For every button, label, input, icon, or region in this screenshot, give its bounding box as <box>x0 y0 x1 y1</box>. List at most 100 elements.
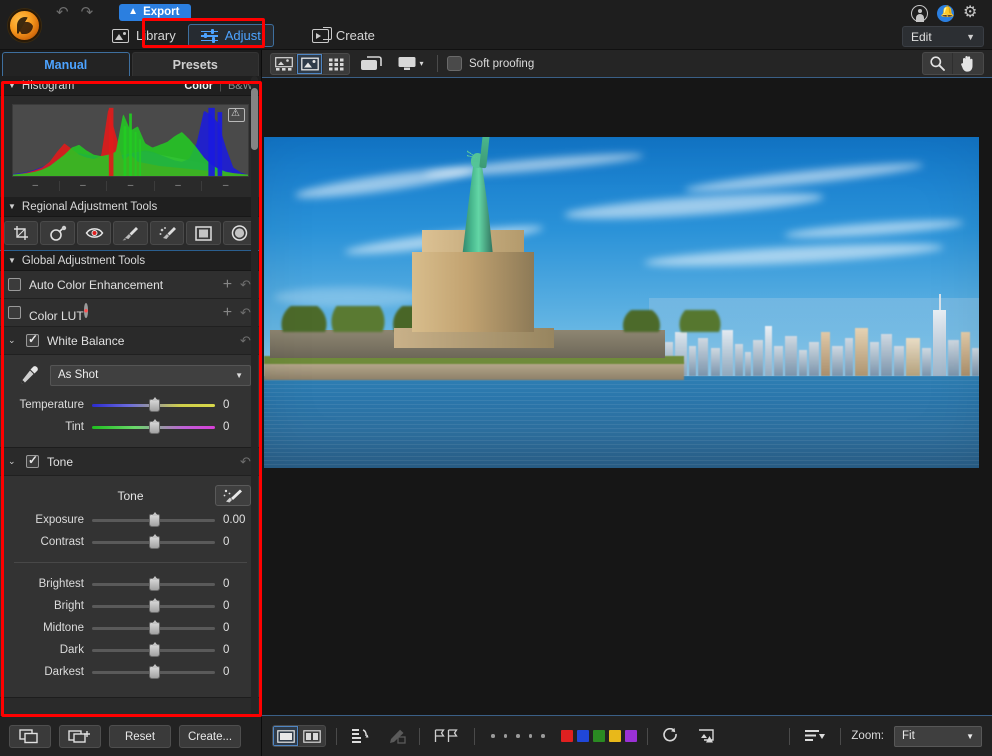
chevron-down-icon[interactable]: ▼ <box>8 81 16 90</box>
rating-dots[interactable] <box>485 734 551 738</box>
auto-color-enhancement-checkbox[interactable] <box>8 278 21 291</box>
slider-handle[interactable] <box>149 644 160 657</box>
photo-image[interactable] <box>264 137 979 468</box>
rating-dot[interactable] <box>529 734 533 738</box>
slider-brightest[interactable]: Brightest 0 <box>10 573 251 595</box>
crop-tool[interactable] <box>4 221 38 245</box>
row-auto-color-enhancement[interactable]: Auto Color Enhancement + ↷ <box>0 271 261 299</box>
export-button[interactable]: ▲ Export <box>119 4 191 21</box>
nav-item-adjust[interactable]: Adjust <box>188 24 274 47</box>
white-balance-checkbox[interactable] <box>26 334 39 347</box>
chevron-down-icon[interactable]: ▼ <box>8 256 16 265</box>
grid-view-button[interactable] <box>323 54 349 74</box>
edit-dropdown[interactable]: Edit ▼ <box>902 26 984 47</box>
soft-proofing-toggle[interactable]: Soft proofing <box>447 56 534 71</box>
flags-icon[interactable] <box>430 726 464 746</box>
slider-handle[interactable] <box>149 622 160 635</box>
slider-bright[interactable]: Bright 0 <box>10 595 251 617</box>
hand-icon[interactable] <box>953 53 983 74</box>
rating-dot[interactable] <box>504 734 508 738</box>
tone-checkbox[interactable] <box>26 455 39 468</box>
color-lut-checkbox[interactable] <box>8 306 21 319</box>
slider-handle[interactable] <box>149 514 160 527</box>
split-layout-button[interactable] <box>299 726 325 746</box>
nav-item-create[interactable]: Create <box>300 25 387 46</box>
color-label-red[interactable] <box>561 730 573 742</box>
rating-dot[interactable] <box>491 734 495 738</box>
account-icon[interactable] <box>911 5 928 22</box>
slider-dark[interactable]: Dark 0 <box>10 639 251 661</box>
slider-track[interactable] <box>92 621 215 635</box>
filmstrip-view-button[interactable] <box>271 54 297 74</box>
detail-brush-tool[interactable] <box>150 221 184 245</box>
eyedropper-icon[interactable] <box>18 364 40 386</box>
slider-track[interactable] <box>92 577 215 591</box>
image-viewer[interactable] <box>262 78 992 715</box>
panel-scrollbar[interactable] <box>250 76 259 716</box>
slider-handle[interactable] <box>149 421 160 434</box>
paste-adjustments-icon[interactable] <box>59 725 101 748</box>
row-white-balance[interactable]: ⌄ White Balance ↷ <box>0 327 261 355</box>
rating-dot[interactable] <box>541 734 545 738</box>
slider-track[interactable] <box>92 599 215 613</box>
slider-darkest[interactable]: Darkest 0 <box>10 661 251 683</box>
clipping-warning-icon[interactable] <box>228 108 245 122</box>
rectangle-mask-tool[interactable] <box>186 221 220 245</box>
color-label-purple[interactable] <box>625 730 637 742</box>
tab-presets[interactable]: Presets <box>132 52 260 76</box>
bell-icon[interactable] <box>937 5 954 22</box>
color-label-blue[interactable] <box>577 730 589 742</box>
chevron-down-icon[interactable]: ▼ <box>8 202 16 211</box>
slider-track[interactable] <box>92 535 215 549</box>
slider-track[interactable] <box>92 643 215 657</box>
slider-exposure[interactable]: Exposure 0.00 <box>10 509 251 531</box>
red-eye-tool[interactable] <box>77 221 111 245</box>
magnifier-icon[interactable] <box>923 53 953 74</box>
slider-handle[interactable] <box>149 600 160 613</box>
scrollbar-track[interactable] <box>251 76 258 716</box>
slider-track[interactable] <box>92 398 215 412</box>
slider-tint[interactable]: Tint 0 <box>10 416 251 438</box>
rating-dot[interactable] <box>516 734 520 738</box>
image-info-icon[interactable] <box>694 726 720 746</box>
row-tone[interactable]: ⌄ Tone ↷ <box>0 448 261 476</box>
undo-icon[interactable]: ↶ <box>56 5 69 20</box>
reset-button[interactable]: Reset <box>109 725 171 748</box>
chevron-down-icon[interactable]: ⌄ <box>8 456 18 467</box>
rotate-icon[interactable] <box>658 726 684 746</box>
nav-item-library[interactable]: Library <box>100 25 188 46</box>
clone-stamp-tool[interactable] <box>40 221 74 245</box>
edit-pen-icon[interactable] <box>383 726 409 746</box>
soft-proofing-checkbox[interactable] <box>447 56 462 71</box>
brush-tool[interactable] <box>113 221 147 245</box>
slider-handle[interactable] <box>149 399 160 412</box>
color-label-green[interactable] <box>593 730 605 742</box>
single-image-view-button[interactable] <box>297 54 323 74</box>
plus-icon[interactable]: + <box>223 277 232 293</box>
zoom-select[interactable]: Fit ▼ <box>894 726 982 747</box>
copy-adjustments-icon[interactable] <box>9 725 51 748</box>
redo-icon[interactable]: ↷ <box>81 5 94 20</box>
histogram-mode-color[interactable]: Color <box>184 80 213 92</box>
slider-temperature[interactable]: Temperature 0 <box>10 394 251 416</box>
display-icon[interactable]: ▾ <box>394 54 428 74</box>
list-options-icon[interactable] <box>800 726 830 746</box>
slider-handle[interactable] <box>149 536 160 549</box>
row-color-lut[interactable]: Color LUT• + ↷ <box>0 299 261 327</box>
compare-icon[interactable] <box>359 54 385 74</box>
scrollbar-thumb[interactable] <box>251 88 258 150</box>
gear-icon[interactable]: ⚙ <box>963 5 980 22</box>
regional-tools-header[interactable]: ▼ Regional Adjustment Tools <box>0 197 261 217</box>
histogram-section-header[interactable]: ▼ Histogram Color | B&W <box>0 76 261 96</box>
create-preset-button[interactable]: Create... <box>179 725 241 748</box>
magic-wand-icon[interactable] <box>215 485 251 506</box>
global-tools-header[interactable]: ▼ Global Adjustment Tools <box>0 251 261 271</box>
slider-contrast[interactable]: Contrast 0 <box>10 531 251 553</box>
slider-handle[interactable] <box>149 578 160 591</box>
slider-track[interactable] <box>92 513 215 527</box>
slider-track[interactable] <box>92 665 215 679</box>
slider-handle[interactable] <box>149 666 160 679</box>
color-label-yellow[interactable] <box>609 730 621 742</box>
single-layout-button[interactable] <box>273 726 299 746</box>
tab-manual[interactable]: Manual <box>2 52 130 76</box>
